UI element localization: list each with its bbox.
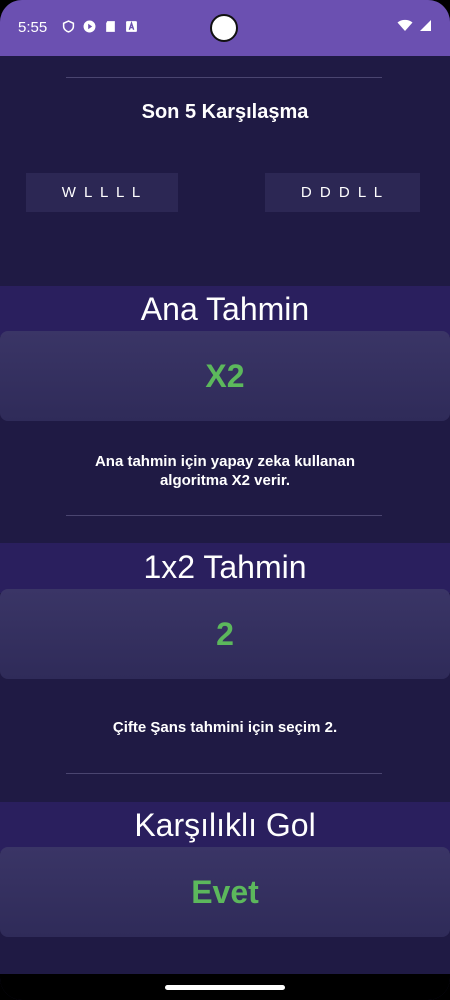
main-prediction-value: X2: [205, 357, 245, 394]
divider: [66, 77, 382, 78]
away-form-box: D D D L L: [265, 173, 420, 212]
content-area: Son 5 Karşılaşma W L L L L D D D L L Ana…: [0, 56, 450, 974]
home-indicator[interactable]: [165, 985, 285, 990]
btts-title: Karşılıklı Gol: [134, 807, 316, 843]
home-form-box: W L L L L: [26, 173, 178, 212]
font-icon: [126, 21, 137, 32]
main-prediction-title: Ana Tahmin: [140, 291, 310, 327]
one-x-two-description: Çifte Şans tahmini için seçim 2.: [112, 719, 338, 736]
one-x-two-card: 2: [0, 589, 450, 679]
divider: [66, 773, 382, 774]
sdcard-icon: [106, 21, 115, 32]
divider: [66, 515, 382, 516]
btts-value: Evet: [191, 873, 259, 910]
status-bar: 5:55: [0, 0, 450, 56]
status-right-icons: [397, 19, 432, 32]
camera-cutout: [210, 14, 238, 42]
one-x-two-title: 1x2 Tahmin: [143, 549, 307, 585]
signal-icon: [420, 20, 431, 31]
shield-icon: [62, 20, 75, 33]
main-prediction-description: Ana tahmin için yapay zeka kullanan algo…: [94, 453, 356, 489]
navigation-bar: [0, 974, 450, 1000]
main-prediction-card: X2: [0, 331, 450, 421]
status-time: 5:55: [18, 19, 48, 36]
app-screen: 5:55 Son 5 Karşılaşma W L L L L D D D L …: [0, 0, 450, 1000]
play-icon: [83, 20, 96, 33]
one-x-two-value: 2: [216, 615, 234, 652]
status-icons: [62, 20, 138, 33]
last-five-title: Son 5 Karşılaşma: [141, 101, 309, 123]
wifi-icon: [397, 19, 413, 31]
btts-card: Evet: [0, 847, 450, 937]
